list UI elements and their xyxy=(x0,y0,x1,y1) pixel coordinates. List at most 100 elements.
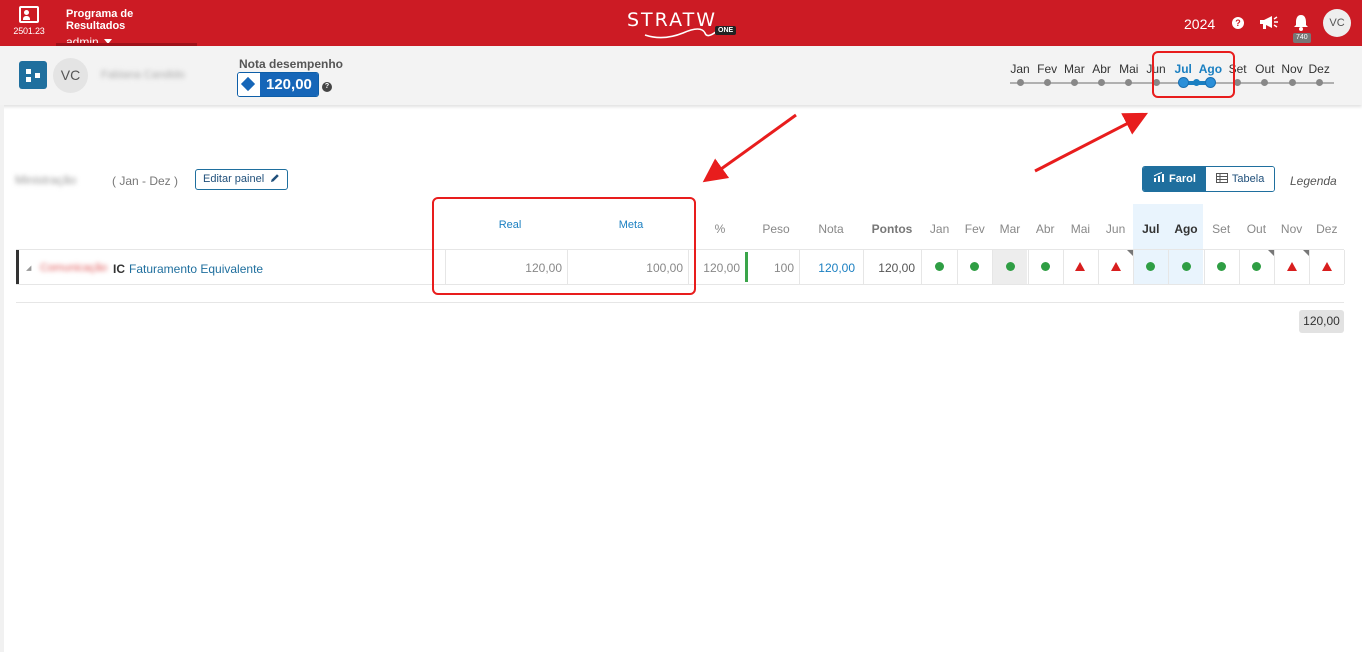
status-warning-icon[interactable] xyxy=(1110,262,1121,271)
slider-month-label[interactable]: Dez xyxy=(1304,62,1334,76)
logo-badge: ONE xyxy=(715,26,737,35)
slider-tick xyxy=(1234,79,1242,86)
person-avatar: VC xyxy=(53,58,88,93)
row-owner: Comunicação xyxy=(40,262,108,274)
page-left-edge xyxy=(0,105,4,652)
top-bar: 2501.23 Programa de Resultados admin STR… xyxy=(0,0,1362,49)
cell-pontos: 120,00 xyxy=(878,261,915,275)
cell-divider xyxy=(1133,250,1135,284)
slider-month-label[interactable]: Jan xyxy=(1005,62,1035,76)
column-header-month: Set xyxy=(1212,222,1231,236)
bell-icon[interactable] xyxy=(1293,14,1309,31)
panel-range: ( Jan - Dez ) xyxy=(112,174,179,188)
slider-tick xyxy=(1098,79,1106,86)
comment-corner-marker xyxy=(1268,250,1274,256)
slider-month-label[interactable]: Nov xyxy=(1277,62,1307,76)
org-node-icon xyxy=(26,69,31,74)
cell-divider xyxy=(799,250,800,284)
cell-divider xyxy=(957,250,959,284)
cell-percent: 120,00 xyxy=(703,261,740,275)
column-header-month: Abr xyxy=(1035,222,1055,236)
score-help-icon[interactable]: ? xyxy=(322,82,332,92)
status-ok-icon[interactable] xyxy=(1216,262,1226,271)
column-header-percent: % xyxy=(714,222,726,236)
cell-divider xyxy=(1062,250,1064,284)
row-type: IC xyxy=(113,262,125,276)
table-icon xyxy=(1215,173,1228,183)
slider-tick xyxy=(1125,79,1133,86)
slider-tick xyxy=(1315,79,1323,86)
status-ok-icon[interactable] xyxy=(1181,262,1191,271)
slider-month-label[interactable]: Abr xyxy=(1087,62,1117,76)
tabela-view-button[interactable]: Tabela xyxy=(1205,167,1275,191)
column-header-month: Ago xyxy=(1174,222,1198,236)
comment-corner-marker xyxy=(1303,250,1310,256)
column-header-pontos: Pontos xyxy=(871,222,913,236)
total-divider xyxy=(16,302,1344,303)
slider-month-label[interactable]: Out xyxy=(1250,62,1280,76)
help-icon[interactable]: ? xyxy=(1232,17,1244,29)
cell-divider xyxy=(1098,250,1099,284)
status-ok-icon[interactable] xyxy=(1005,262,1015,271)
edit-panel-button[interactable]: Editar painel xyxy=(195,169,289,190)
person-name: Fabiana Candido xyxy=(101,69,185,81)
annotation-arrows xyxy=(702,112,1149,183)
indicator-name-link[interactable]: Faturamento Equivalente xyxy=(129,262,263,276)
annotation-arrow-left xyxy=(702,113,797,183)
slider-tick xyxy=(1261,79,1269,86)
slider-month-label[interactable]: Fev xyxy=(1032,62,1062,76)
slider-month-label[interactable]: Mar xyxy=(1059,62,1089,76)
pencil-icon xyxy=(271,174,280,182)
logo: STRATW ONE xyxy=(627,9,739,39)
slider-tick xyxy=(1016,79,1024,86)
panel-title: Ministração xyxy=(15,173,77,187)
farol-view-label: Farol xyxy=(1169,173,1196,185)
slider-tick xyxy=(1043,79,1051,86)
cell-divider xyxy=(1344,250,1346,284)
org-node-icon xyxy=(26,77,31,82)
cell-divider xyxy=(1309,250,1311,284)
cell-peso: 100 xyxy=(773,261,794,275)
app-code: 2501.23 xyxy=(13,26,45,36)
column-header-month: Dez xyxy=(1316,222,1338,236)
org-chart-button[interactable] xyxy=(19,61,47,89)
annotation-box-real-meta xyxy=(432,197,696,295)
view-toggle: Farol Tabela xyxy=(1142,166,1276,192)
id-card-icon xyxy=(19,6,39,23)
status-warning-icon[interactable] xyxy=(1321,262,1332,271)
column-header-month: Jul xyxy=(1142,222,1160,236)
cell-divider xyxy=(1027,250,1029,284)
column-header-month: Nov xyxy=(1280,222,1303,236)
cell-divider xyxy=(1238,250,1240,284)
legend-link[interactable]: Legenda xyxy=(1290,174,1337,188)
app-switcher-button[interactable]: 2501.23 xyxy=(10,6,48,42)
column-header-month: Jan xyxy=(929,222,950,236)
cell-divider xyxy=(1203,250,1205,284)
user-avatar[interactable]: VC xyxy=(1323,9,1351,37)
year-selector[interactable]: 2024 xyxy=(1184,16,1215,32)
program-selector[interactable]: Programa de Resultados admin xyxy=(56,0,197,49)
status-ok-icon[interactable] xyxy=(1251,262,1261,271)
org-node-icon xyxy=(35,73,40,78)
edit-panel-label: Editar painel xyxy=(203,173,265,185)
weight-bar xyxy=(745,252,748,282)
diamond-icon xyxy=(240,76,256,92)
status-warning-icon[interactable] xyxy=(1286,262,1297,271)
slider-month-label[interactable]: Mai xyxy=(1114,62,1144,76)
comment-corner-marker xyxy=(1127,250,1134,256)
cell-divider xyxy=(863,250,864,284)
megaphone-icon[interactable] xyxy=(1259,15,1279,31)
score-value: 120,00 xyxy=(260,73,318,96)
status-ok-icon[interactable] xyxy=(1040,262,1050,271)
status-warning-icon[interactable] xyxy=(1075,262,1086,271)
column-header-peso: Peso xyxy=(762,222,790,236)
column-header-month: Fev xyxy=(964,222,985,236)
program-title: Programa de Resultados xyxy=(66,8,134,32)
score-badge: 120,00 xyxy=(237,72,319,97)
annotation-arrow-right xyxy=(1034,112,1149,173)
notification-count-badge: 740 xyxy=(1293,33,1311,43)
column-header-month: Mar xyxy=(999,222,1021,236)
row-collapse-icon[interactable]: ◢ xyxy=(26,264,31,272)
cell-divider xyxy=(921,250,922,284)
cell-divider xyxy=(1168,250,1170,284)
